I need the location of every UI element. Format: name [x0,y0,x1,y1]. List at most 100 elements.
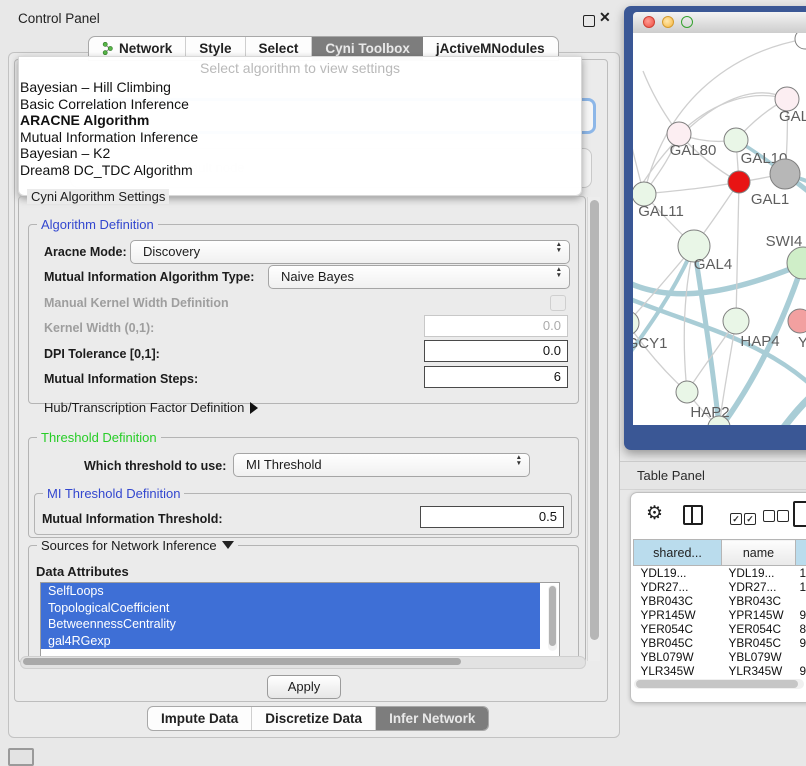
tab-discretize-data[interactable]: Discretize Data [252,707,376,730]
column-header-shared-name[interactable]: shared... [634,540,722,566]
algorithm-definition-title: Algorithm Definition [37,217,158,232]
column-header-clipped[interactable] [796,540,806,566]
table-row[interactable]: YDR27...YDR27...12 [634,580,806,594]
which-threshold-value: MI Threshold [246,457,322,472]
data-attribute-item[interactable]: gal4RGexp [41,633,540,650]
new-table-icon[interactable] [793,501,806,527]
mi-steps-field[interactable]: 6 [424,366,568,388]
tab-impute-data[interactable]: Impute Data [148,707,252,730]
algorithm-option[interactable]: Bayesian – K2 [19,145,581,162]
network-node[interactable] [633,311,639,335]
data-attribute-item[interactable]: SelfLoops [41,583,540,600]
node-table[interactable]: shared... name YDL19...YDL19...13YDR27..… [633,539,806,676]
settings-vscrollbar[interactable] [587,197,600,661]
scroll-thumb[interactable] [549,586,556,646]
network-node[interactable] [728,171,750,193]
algorithm-option[interactable]: Dream8 DC_TDC Algorithm [19,162,581,179]
algorithm-option[interactable]: ARACNE Algorithm [19,112,581,129]
which-threshold-combo[interactable]: MI Threshold ▲▼ [233,453,530,477]
algorithm-dropdown: Select algorithm to view settings Bayesi… [18,56,582,196]
network-node-label: GCY1 [633,335,667,352]
table-cell: YLR345W [722,664,796,676]
network-node[interactable] [788,309,806,333]
algorithm-option[interactable]: Mutual Information Inference [19,129,581,146]
mi-type-combo[interactable]: Naive Bayes ▲▼ [268,265,570,289]
float-panel-icon[interactable] [583,15,595,27]
network-node[interactable] [723,308,749,334]
network-node-label: SWI4 [766,233,803,250]
manual-kernel-checkbox[interactable] [550,295,566,311]
network-node-label: HAP4 [740,333,779,350]
tab-infer-network[interactable]: Infer Network [376,707,488,730]
which-threshold-label: Which threshold to use: [84,459,226,473]
column-layout-icon[interactable] [683,505,703,525]
attributes-vscrollbar[interactable] [548,585,557,651]
collapsed-panel-icon[interactable] [8,748,34,766]
settings-hscrollbar[interactable] [20,656,586,669]
table-row[interactable]: YPR145WYPR145W9. [634,608,806,622]
network-graph: GALGAL80GAL10GAL1GAL11SWI4GAL4GCY1HAP4YH… [633,33,806,425]
manual-kernel-label: Manual Kernel Width Definition [44,296,229,310]
table-row[interactable]: YLR345WYLR345W9. [634,664,806,676]
mi-type-value: Naive Bayes [281,269,354,284]
table-cell: 13 [796,566,806,581]
deselect-all-checkboxes-icon[interactable] [763,509,791,527]
mi-threshold-field[interactable]: 0.5 [420,506,564,528]
control-panel-header: Control Panel ✕ [0,6,620,32]
network-node-label: GAL11 [638,203,684,220]
aracne-mode-label: Aracne Mode: [44,245,127,259]
algorithm-option[interactable]: Bayesian – Hill Climbing [19,79,581,96]
scroll-thumb[interactable] [590,200,599,640]
expander-expanded-icon [222,541,234,549]
network-canvas[interactable]: GALGAL80GAL10GAL1GAL11SWI4GAL4GCY1HAP4YH… [633,33,806,425]
aracne-mode-combo[interactable]: Discovery ▲▼ [130,240,570,264]
close-window-icon[interactable] [643,16,655,28]
table-row[interactable]: YBR043CYBR043C [634,594,806,608]
table-row[interactable]: YER054CYER054C8. [634,622,806,636]
table-panel-header: Table Panel [620,461,806,490]
network-node-label: GAL80 [670,142,717,159]
node-table-body: YDL19...YDL19...13YDR27...YDR27...12YBR0… [634,566,806,677]
network-node[interactable] [787,247,806,279]
dpi-tolerance-field[interactable]: 0.0 [424,340,568,362]
column-header-name[interactable]: name [722,540,796,566]
kernel-width-field[interactable]: 0.0 [424,315,568,337]
hub-definition-label: Hub/Transcription Factor Definition [44,400,244,415]
table-row[interactable]: YDL19...YDL19...13 [634,566,806,581]
table-cell: YBL079W [634,650,722,664]
minimize-window-icon[interactable] [662,16,674,28]
table-cell: YBR045C [722,636,796,650]
table-cell: YER054C [722,622,796,636]
close-panel-icon[interactable]: ✕ [599,9,611,26]
scroll-thumb[interactable] [636,680,798,688]
table-cell: YDR27... [634,580,722,594]
table-cell: YER054C [634,622,722,636]
data-attributes-list[interactable]: SelfLoopsTopologicalCoefficientBetweenne… [40,582,560,658]
table-hscrollbar[interactable] [634,679,804,689]
data-attribute-item[interactable]: BetweennessCentrality [41,616,540,633]
table-row[interactable]: YBR045CYBR045C9. [634,636,806,650]
network-node[interactable] [676,381,698,403]
data-attribute-item[interactable]: TopologicalCoefficient [41,600,540,617]
network-icon [102,42,114,55]
algorithm-option[interactable]: Basic Correlation Inference [19,96,581,113]
network-window-titlebar[interactable] [633,12,806,34]
dpi-tolerance-label: DPI Tolerance [0,1]: [44,347,160,361]
combo-spinner-icon: ▲▼ [516,455,522,466]
select-all-checkboxes-icon[interactable]: ✓✓ [730,509,758,527]
hub-definition-expander[interactable]: Hub/Transcription Factor Definition [44,400,258,415]
table-cell: 9. [796,608,806,622]
table-cell: YPR145W [722,608,796,622]
table-cell: 12 [796,580,806,594]
table-cell: YDL19... [634,566,722,581]
table-cell: 9. [796,664,806,676]
network-node[interactable] [724,128,748,152]
scroll-thumb[interactable] [23,658,461,665]
apply-button[interactable]: Apply [267,675,341,699]
network-node[interactable] [770,159,800,189]
table-row[interactable]: YBL079WYBL079W [634,650,806,664]
sources-group-title[interactable]: Sources for Network Inference [37,538,238,553]
gear-icon[interactable]: ⚙ [646,502,663,525]
zoom-window-icon[interactable] [681,16,693,28]
network-node[interactable] [795,33,806,49]
